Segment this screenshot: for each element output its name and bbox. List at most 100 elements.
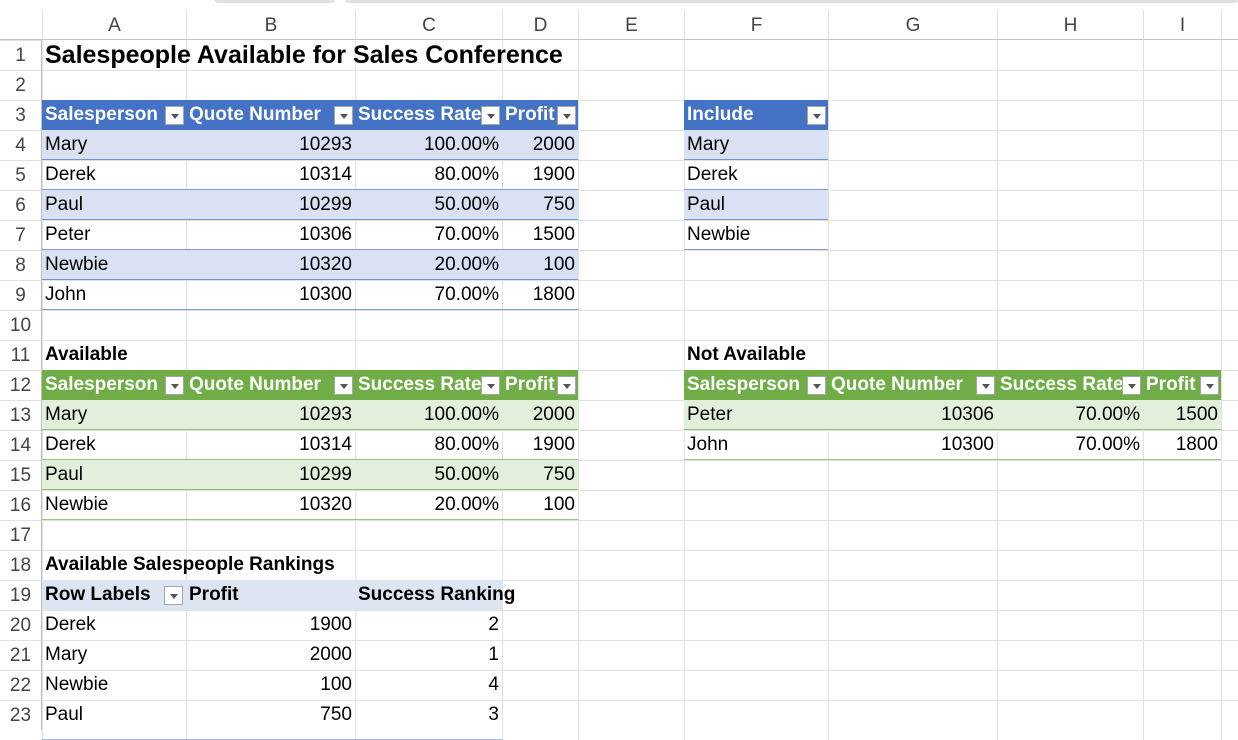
column-header-f[interactable]: F bbox=[684, 10, 828, 40]
sales-table-cell[interactable]: 10300 bbox=[186, 280, 355, 310]
column-header-b[interactable]: B bbox=[186, 10, 355, 40]
not-available-table-cell[interactable]: 10306 bbox=[828, 400, 997, 430]
row-header-12[interactable]: 12 bbox=[0, 370, 42, 400]
available-table-header-salesperson[interactable]: Salesperson bbox=[42, 370, 166, 400]
sales-table-cell[interactable]: John bbox=[42, 280, 186, 310]
row-header-1[interactable]: 1 bbox=[0, 40, 42, 70]
row-header-19[interactable]: 19 bbox=[0, 580, 42, 610]
pivot-row-label[interactable]: Mary bbox=[42, 640, 186, 670]
not-available-table-cell[interactable]: John bbox=[684, 430, 828, 460]
filter-dropdown-button[interactable] bbox=[557, 376, 576, 395]
row-header-16[interactable]: 16 bbox=[0, 490, 42, 520]
row-header-8[interactable]: 8 bbox=[0, 250, 42, 280]
row-header-9[interactable]: 9 bbox=[0, 280, 42, 310]
pivot-ranking[interactable]: 1 bbox=[355, 640, 502, 670]
not-available-table-cell[interactable]: 70.00% bbox=[997, 400, 1143, 430]
available-table-cell[interactable]: 1900 bbox=[502, 430, 578, 460]
not-available-table-cell[interactable]: 1500 bbox=[1143, 400, 1221, 430]
available-table-cell[interactable]: 10293 bbox=[186, 400, 355, 430]
column-header-next[interactable] bbox=[1221, 10, 1238, 40]
column-header-a[interactable]: A bbox=[42, 10, 186, 40]
available-table-header-profit[interactable]: Profit bbox=[502, 370, 558, 400]
filter-dropdown-button[interactable] bbox=[976, 376, 995, 395]
row-header-10[interactable]: 10 bbox=[0, 310, 42, 340]
available-table-cell[interactable]: 10314 bbox=[186, 430, 355, 460]
include-item[interactable]: Newbie bbox=[684, 220, 828, 250]
not-available-table-cell[interactable]: Peter bbox=[684, 400, 828, 430]
available-table-cell[interactable]: Derek bbox=[42, 430, 186, 460]
filter-dropdown-button[interactable] bbox=[165, 106, 184, 125]
not-available-table-header-profit[interactable]: Profit bbox=[1143, 370, 1201, 400]
filter-dropdown-button[interactable] bbox=[481, 376, 500, 395]
filter-dropdown-button[interactable] bbox=[334, 376, 353, 395]
include-item[interactable]: Mary bbox=[684, 130, 828, 160]
sales-table-cell[interactable]: Peter bbox=[42, 220, 186, 250]
column-header-i[interactable]: I bbox=[1143, 10, 1221, 40]
filter-dropdown-button[interactable] bbox=[1200, 376, 1219, 395]
pivot-profit[interactable]: 2000 bbox=[186, 640, 355, 670]
sheet-title[interactable]: Salespeople Available for Sales Conferen… bbox=[42, 40, 578, 70]
available-table-cell[interactable]: 50.00% bbox=[355, 460, 502, 490]
row-header-6[interactable]: 6 bbox=[0, 190, 42, 220]
sales-table-cell[interactable]: 2000 bbox=[502, 130, 578, 160]
row-header-17[interactable]: 17 bbox=[0, 520, 42, 550]
row-header-4[interactable]: 4 bbox=[0, 130, 42, 160]
pivot-header-success-ranking[interactable]: Success Ranking bbox=[355, 580, 578, 610]
include-header[interactable]: Include bbox=[684, 100, 808, 130]
sales-table-cell[interactable]: 50.00% bbox=[355, 190, 502, 220]
not-available-table-header-salesperson[interactable]: Salesperson bbox=[684, 370, 808, 400]
filter-dropdown-button[interactable] bbox=[1122, 376, 1141, 395]
row-header-15[interactable]: 15 bbox=[0, 460, 42, 490]
pivot-ranking[interactable]: 3 bbox=[355, 700, 502, 730]
sales-table-cell[interactable]: Derek bbox=[42, 160, 186, 190]
sales-table-cell[interactable]: 1800 bbox=[502, 280, 578, 310]
pivot-ranking[interactable]: 4 bbox=[355, 670, 502, 700]
available-table-cell[interactable]: 2000 bbox=[502, 400, 578, 430]
sales-table-cell[interactable]: 70.00% bbox=[355, 220, 502, 250]
available-table-header-quote-number[interactable]: Quote Number bbox=[186, 370, 335, 400]
sales-table-header-success-rate[interactable]: Success Rate bbox=[355, 100, 482, 130]
sales-table-cell[interactable]: 10306 bbox=[186, 220, 355, 250]
available-table-cell[interactable]: 20.00% bbox=[355, 490, 502, 520]
column-header-c[interactable]: C bbox=[355, 10, 502, 40]
sales-table-header-profit[interactable]: Profit bbox=[502, 100, 558, 130]
column-header-d[interactable]: D bbox=[502, 10, 578, 40]
pivot-profit[interactable]: 1900 bbox=[186, 610, 355, 640]
sales-table-cell[interactable]: 100.00% bbox=[355, 130, 502, 160]
sales-table-cell[interactable]: 10299 bbox=[186, 190, 355, 220]
not-available-table-cell[interactable]: 1800 bbox=[1143, 430, 1221, 460]
row-header-23[interactable]: 23 bbox=[0, 700, 42, 730]
not-available-table-header-quote-number[interactable]: Quote Number bbox=[828, 370, 977, 400]
sales-table-header-salesperson[interactable]: Salesperson bbox=[42, 100, 166, 130]
sales-table-header-quote-number[interactable]: Quote Number bbox=[186, 100, 335, 130]
filter-dropdown-button[interactable] bbox=[807, 376, 826, 395]
sales-table-cell[interactable]: 100 bbox=[502, 250, 578, 280]
available-table-cell[interactable]: 80.00% bbox=[355, 430, 502, 460]
sales-table-cell[interactable]: Paul bbox=[42, 190, 186, 220]
row-header-21[interactable]: 21 bbox=[0, 640, 42, 670]
column-header-h[interactable]: H bbox=[997, 10, 1143, 40]
pivot-ranking[interactable]: 2 bbox=[355, 610, 502, 640]
row-header-7[interactable]: 7 bbox=[0, 220, 42, 250]
sales-table-cell[interactable]: 20.00% bbox=[355, 250, 502, 280]
filter-dropdown-button[interactable] bbox=[481, 106, 500, 125]
pivot-row-label[interactable]: Derek bbox=[42, 610, 186, 640]
available-table-cell[interactable]: Newbie bbox=[42, 490, 186, 520]
row-header-13[interactable]: 13 bbox=[0, 400, 42, 430]
sales-table-cell[interactable]: Mary bbox=[42, 130, 186, 160]
filter-dropdown-button[interactable] bbox=[807, 106, 826, 125]
column-header-e[interactable]: E bbox=[578, 10, 684, 40]
pivot-filter-dropdown-button[interactable] bbox=[164, 586, 183, 605]
not-available-table-header-success-rate[interactable]: Success Rate bbox=[997, 370, 1123, 400]
row-header-3[interactable]: 3 bbox=[0, 100, 42, 130]
row-header-18[interactable]: 18 bbox=[0, 550, 42, 580]
sales-table-cell[interactable]: 80.00% bbox=[355, 160, 502, 190]
filter-dropdown-button[interactable] bbox=[557, 106, 576, 125]
available-table-cell[interactable]: 750 bbox=[502, 460, 578, 490]
column-header-g[interactable]: G bbox=[828, 10, 997, 40]
row-header-11[interactable]: 11 bbox=[0, 340, 42, 370]
available-table-cell[interactable]: 100.00% bbox=[355, 400, 502, 430]
available-table-cell[interactable]: Mary bbox=[42, 400, 186, 430]
available-table-cell[interactable]: Paul bbox=[42, 460, 186, 490]
row-header-20[interactable]: 20 bbox=[0, 610, 42, 640]
